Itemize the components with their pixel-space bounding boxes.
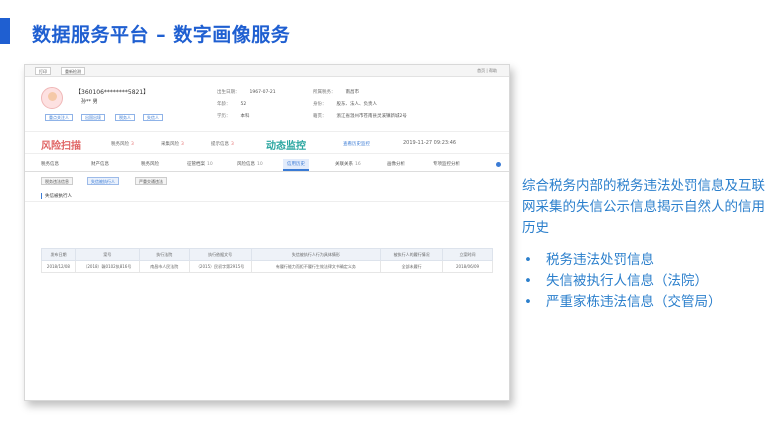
- field-education: 学历： 本科: [217, 114, 250, 119]
- screenshot-topbar: 打印 重新检测 首页 | 帮助: [25, 65, 509, 77]
- field-hometown: 籍贯： 浙江省温州市苍南县灵溪镇新城2号: [313, 114, 407, 119]
- risk-item[interactable]: 提示信息 3: [211, 141, 234, 147]
- column-header[interactable]: 被执行人的履行情况: [380, 248, 444, 261]
- column-header[interactable]: 执行依据文号: [188, 248, 252, 261]
- table-cell: 全部未履行: [380, 260, 444, 273]
- history-monitor-link[interactable]: 查看历史监控: [343, 141, 370, 147]
- topbar-links[interactable]: 首页 | 帮助: [477, 67, 497, 75]
- section-header: 失信被执行人: [25, 188, 509, 202]
- field-birthdate: 出生日期： 1967-07-21: [217, 90, 276, 95]
- dishonest-debtor-table: 发布日期 案号 执行法院 执行依据文号 失信被执行人行为具体情形 被执行人的履行…: [41, 248, 493, 273]
- field-tax-office: 所属税务： 南昌市: [313, 90, 359, 95]
- risk-item[interactable]: 税务风险 3: [111, 141, 134, 147]
- bullet-icon: •: [524, 273, 532, 289]
- tab-tax-info[interactable]: 税务信息: [37, 159, 63, 171]
- table-cell: 南昌市人民法院: [138, 260, 190, 273]
- tab-portrait-analysis[interactable]: 画像分析: [383, 159, 409, 171]
- slide: 数据服务平台 – 数字画像服务 打印 重新检测 首页 | 帮助 【360106*…: [0, 0, 780, 439]
- column-header[interactable]: 失信被执行人行为具体情形: [250, 248, 382, 261]
- tab-property-info[interactable]: 财产信息: [87, 159, 113, 171]
- table-cell: 2018/12/08: [41, 260, 76, 273]
- tab-relations[interactable]: 关联关系 16: [331, 159, 365, 171]
- risk-scan-row: 风险扫描 税务风险 3 采集风险 3 提示信息 3 动态监控 查看历史监控 2019-…: [25, 132, 509, 154]
- table-cell: 有履行能力而拒不履行生效法律文书确定义务: [250, 260, 382, 273]
- recheck-button[interactable]: 重新检测: [61, 67, 85, 75]
- tab-tax-risk[interactable]: 税务风险: [137, 159, 163, 171]
- tab-bar: 税务信息 财产信息 税务风险 征管档案 10 风险信息 10 信用历史 关联关系 16…: [25, 156, 509, 172]
- bullet-item: • 失信被执行人信息（法院）: [522, 271, 722, 292]
- screenshot-card: 打印 重新检测 首页 | 帮助 【360106********5821】 孙**…: [24, 64, 510, 401]
- bullet-item: • 税务违法处罚信息: [522, 250, 722, 271]
- column-header[interactable]: 执行法院: [138, 248, 190, 261]
- profile-panel: 【360106********5821】 孙** 男 重点关注人 出国出境 税务…: [25, 77, 509, 132]
- subtab-dishonest-debtor[interactable]: 失信被执行人: [87, 177, 119, 185]
- tab-collection-archive[interactable]: 征管档案 10: [183, 159, 217, 171]
- slide-description: 综合税务内部的税务违法处罚信息及互联网采集的失信公示信息揭示自然人的信用历史: [522, 178, 765, 236]
- avatar: [41, 87, 63, 109]
- print-button[interactable]: 打印: [35, 67, 51, 75]
- risk-scan-title: 风险扫描: [41, 141, 81, 152]
- table-row[interactable]: 2018/12/08 （2018）赣0102执816号 南昌市人民法院 （201…: [41, 260, 493, 273]
- subtab-tax-violation[interactable]: 税务违法信息: [41, 177, 73, 185]
- field-age: 年龄： 52: [217, 102, 247, 107]
- accent-bar: [0, 18, 10, 44]
- timestamp: 2019-11-27 09:23:46: [403, 140, 457, 146]
- profile-tag[interactable]: 重点关注人: [45, 114, 73, 121]
- subtab-bar: 税务违法信息 失信被执行人 严重交通违法: [25, 172, 509, 188]
- profile-tag[interactable]: 出国出境: [81, 114, 105, 121]
- tab-credit-history[interactable]: 信用历史: [283, 159, 309, 171]
- bullet-item: • 严重家栋违法信息（交管局）: [522, 292, 722, 313]
- table-cell: 2018/06/09: [442, 260, 493, 273]
- field-identity: 身份： 股东、法人、负责人: [313, 102, 377, 107]
- slide-title: 数据服务平台 – 数字画像服务: [32, 24, 291, 46]
- column-header[interactable]: 案号: [74, 248, 140, 261]
- bullet-list: • 税务违法处罚信息 • 失信被执行人信息（法院） • 严重家栋违法信息（交管局）: [522, 250, 722, 313]
- dynamic-monitor-title: 动态监控: [266, 141, 306, 152]
- risk-item[interactable]: 采集风险 3: [161, 141, 184, 147]
- section-title: 失信被执行人: [41, 193, 72, 199]
- column-header[interactable]: 发布日期: [41, 248, 76, 261]
- subtab-traffic-violation[interactable]: 严重交通违法: [135, 177, 167, 185]
- tab-risk-info[interactable]: 风险信息 10: [233, 159, 267, 171]
- bullet-icon: •: [524, 294, 532, 310]
- table-cell: （2018）赣0102执816号: [74, 260, 140, 273]
- tab-special-monitor[interactable]: 专项监控分析: [429, 159, 464, 171]
- bullet-icon: •: [524, 252, 532, 268]
- table-cell: （2015）民初字第2915号: [188, 260, 252, 273]
- profile-tag[interactable]: 税务人: [115, 114, 135, 121]
- profile-name: 孙** 男: [81, 99, 98, 105]
- column-header[interactable]: 立案时间: [442, 248, 493, 261]
- profile-id: 【360106********5821】: [75, 89, 150, 96]
- table-header-row: 发布日期 案号 执行法院 执行依据文号 失信被执行人行为具体情形 被执行人的履行…: [41, 248, 493, 261]
- info-icon[interactable]: [496, 162, 501, 167]
- profile-tag[interactable]: 失信人: [143, 114, 163, 121]
